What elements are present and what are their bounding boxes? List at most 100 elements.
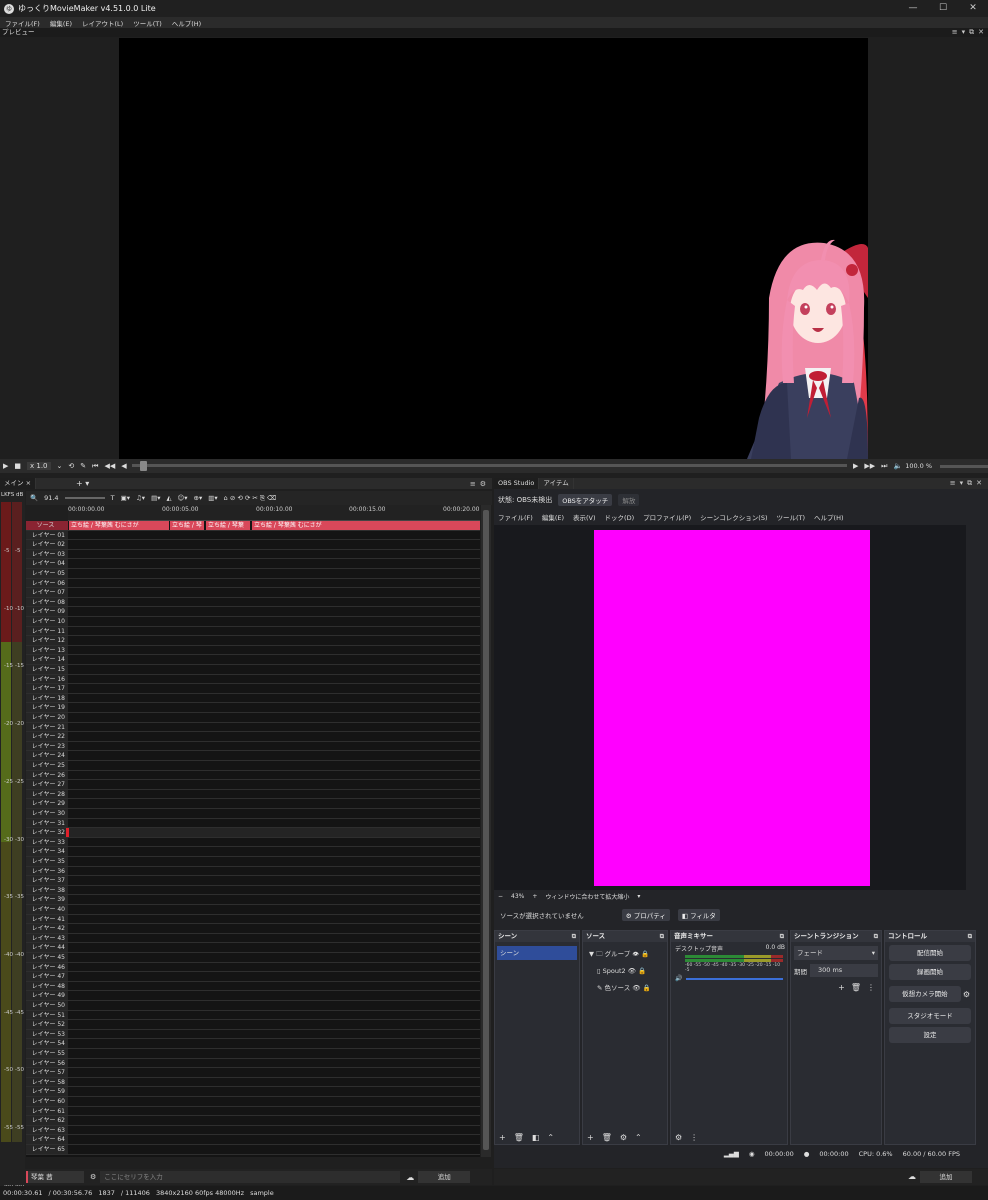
ai-icon[interactable]: ☁ [908,1172,916,1181]
layer-row[interactable]: レイヤー 45 [26,953,480,963]
scene-item[interactable]: シーン [497,946,577,960]
obs-menu-file[interactable]: ファイル(F) [498,512,533,522]
layer-row[interactable]: レイヤー 60 [26,1097,480,1107]
shape-tool-icon[interactable]: ◭ [166,494,171,502]
virtual-camera-settings-icon[interactable]: ⚙ [963,990,970,999]
add-button[interactable]: 追加 [920,1171,972,1183]
layer-row[interactable]: レイヤー 53 [26,1029,480,1040]
layer-row[interactable]: レイヤー 59 [26,1087,480,1097]
layer-row[interactable]: レイヤー 18 [26,693,480,704]
layer-row[interactable]: レイヤー 57 [26,1068,480,1078]
tab-obs-studio[interactable]: OBS Studio [494,478,540,489]
eye-icon[interactable]: 👁 [632,950,639,958]
skip-start-icon[interactable]: ⏮ [92,462,98,471]
layer-row[interactable]: レイヤー 39 [26,895,480,905]
play-icon[interactable]: ▶ [3,462,8,470]
start-recording-button[interactable]: 録画開始 [889,964,971,980]
layer-row[interactable]: レイヤー 01 [26,530,480,541]
layer-row[interactable]: レイヤー 28 [26,789,480,800]
timeline-scrollbar[interactable] [481,505,491,1157]
speed-select[interactable]: x 1.0 [27,462,51,470]
layer-row[interactable]: レイヤー 55 [26,1049,480,1059]
next-frame-icon[interactable]: ▶▶ [864,462,875,470]
speaker-select[interactable]: 琴葉 茜 [26,1171,84,1183]
transition-menu-icon[interactable]: ⋮ [867,983,875,992]
layer-row[interactable]: レイヤー 46 [26,962,480,973]
volume-fader[interactable] [686,977,783,980]
obs-pin-icon[interactable]: ▾ [960,479,964,488]
layer-row[interactable]: レイヤー 44 [26,943,480,953]
obs-release-button[interactable]: 解放 [618,493,640,506]
menu-file[interactable]: ファイル(F) [5,18,40,28]
layer-row[interactable]: レイヤー 26 [26,770,480,781]
layer-row[interactable]: レイヤー 15 [26,665,480,675]
layer-row[interactable]: レイヤー 34 [26,847,480,857]
layer-row[interactable]: レイヤー 30 [26,809,480,819]
add-serif-button[interactable]: 追加 [418,1171,471,1183]
layer-row[interactable]: レイヤー 11 [26,626,480,637]
add-transition-icon[interactable]: + [838,983,845,992]
obs-float-icon[interactable]: ⧉ [967,479,972,488]
layer-row[interactable]: レイヤー 38 [26,885,480,896]
obs-fit-select[interactable]: ウィンドウに合わせて拡大縮小 [545,892,629,901]
add-tab-button[interactable]: + ▾ [76,479,89,488]
speaker-icon[interactable]: 🔊 [675,975,682,982]
layer-row[interactable]: レイヤー 04 [26,559,480,569]
undock-icon[interactable]: ⧉ [968,931,972,942]
properties-button[interactable]: ⚙ プロパティ [621,909,670,921]
add-scene-icon[interactable]: + [499,1133,506,1142]
close-button[interactable]: ✕ [958,0,988,17]
start-virtual-camera-button[interactable]: 仮想カメラ開始 [889,986,961,1002]
character-tool-icon[interactable]: ☺▾ [177,494,187,502]
layer-row[interactable]: レイヤー 14 [26,655,480,665]
add-source-icon[interactable]: + [587,1133,594,1142]
volume-slider[interactable] [940,464,988,468]
layer-row[interactable]: レイヤー 23 [26,741,480,752]
timeline-clip[interactable]: 立ち絵 / 琴葉茜 むにさが [252,521,480,530]
lock-icon[interactable]: 🔒 [638,967,646,975]
layer-row[interactable]: レイヤー 43 [26,933,480,944]
layer-row[interactable]: レイヤー 65 [26,1145,480,1155]
layer-row[interactable]: レイヤー 56 [26,1058,480,1069]
layer-row[interactable]: レイヤー 02 [26,540,480,550]
obs-close-icon[interactable]: ✕ [976,479,982,488]
volume-icon[interactable]: 🔈 [893,462,902,470]
layer-row[interactable]: レイヤー 61 [26,1106,480,1117]
menu-icon[interactable]: ≡ [952,28,958,37]
undock-icon[interactable]: ⧉ [874,931,878,942]
layer-row[interactable]: レイヤー 13 [26,645,480,656]
obs-menu-icon[interactable]: ≡ [950,479,956,488]
obs-menu-view[interactable]: 表示(V) [573,512,596,522]
video-tool-icon[interactable]: ▣▾ [121,494,130,502]
scene-filter-icon[interactable]: ◧ [532,1133,540,1142]
obs-menu-dock[interactable]: ドック(D) [605,512,635,522]
layer-row[interactable]: レイヤー 21 [26,722,480,733]
float-icon[interactable]: ⧉ [969,28,974,37]
transition-select[interactable]: フェード ▾ [794,946,878,960]
remove-scene-icon[interactable]: 🗑 [514,1133,524,1142]
layer-row[interactable]: レイヤー 05 [26,569,480,579]
undock-icon[interactable]: ⧉ [660,931,664,942]
effect-tool-icon[interactable]: ⊕▾ [194,494,203,502]
layer-row[interactable]: レイヤー 50 [26,1001,480,1011]
menu-tools[interactable]: ツール(T) [133,18,162,28]
layer-row[interactable]: レイヤー 06 [26,578,480,589]
layer-row[interactable]: レイヤー 16 [26,674,480,685]
layer-row[interactable]: レイヤー 07 [26,588,480,598]
layer-row[interactable]: レイヤー 25 [26,761,480,771]
lock-icon[interactable]: 🔒 [643,984,651,992]
undock-icon[interactable]: ⧉ [780,931,784,942]
layer-row[interactable]: レイヤー 37 [26,876,480,886]
maximize-button[interactable]: ☐ [928,0,958,17]
voice-settings-icon[interactable]: ⚙ [90,1173,96,1181]
filter-button[interactable]: ◧ フィルタ [677,909,720,921]
mixer-menu-icon[interactable]: ⋮ [690,1133,698,1142]
prev-frame-icon[interactable]: ◀◀ [104,462,115,470]
caret-down-icon[interactable]: ▼ [589,950,594,958]
zoom-in-button[interactable]: + [532,893,537,900]
timeline-menu-icon[interactable]: ≡ [470,480,476,488]
layer-row[interactable]: レイヤー 24 [26,751,480,761]
eye-icon[interactable]: 👁 [632,984,640,992]
stop-icon[interactable]: ■ [14,462,21,470]
source-item[interactable]: ✎ 色ソース 👁 🔒 [589,980,665,997]
